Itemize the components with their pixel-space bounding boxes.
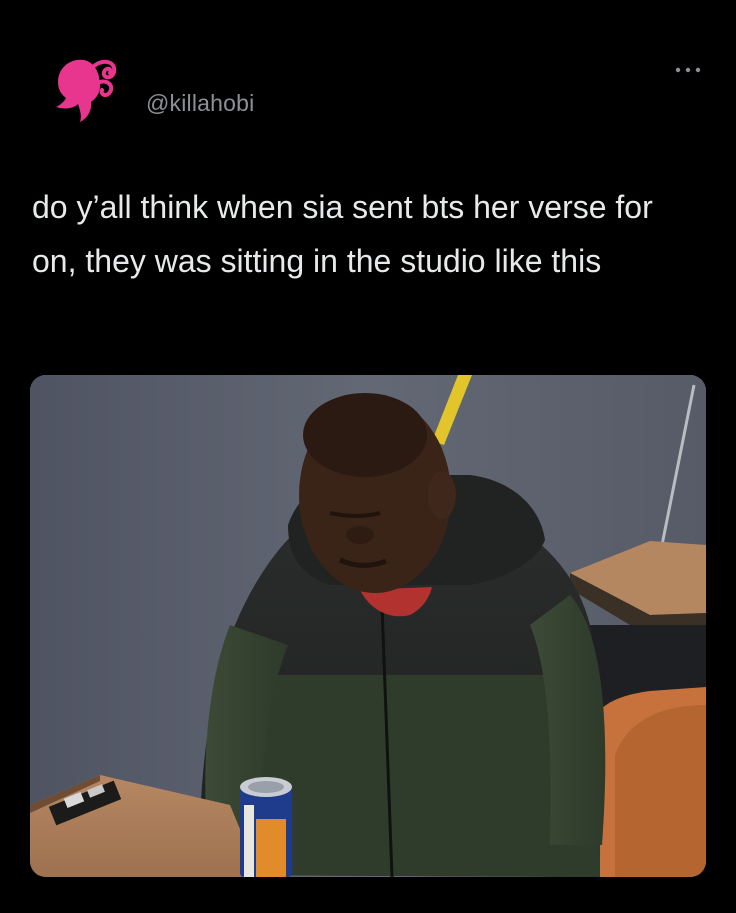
more-options-icon[interactable] [670, 60, 706, 80]
author-handle[interactable]: @killahobi [146, 90, 254, 117]
tweet-text: do y’all think when sia sent bts her ver… [32, 189, 662, 279]
tweet-media-photo[interactable] [30, 375, 706, 877]
photo-illustration [30, 375, 706, 877]
barbie-silhouette-icon[interactable] [44, 52, 122, 124]
